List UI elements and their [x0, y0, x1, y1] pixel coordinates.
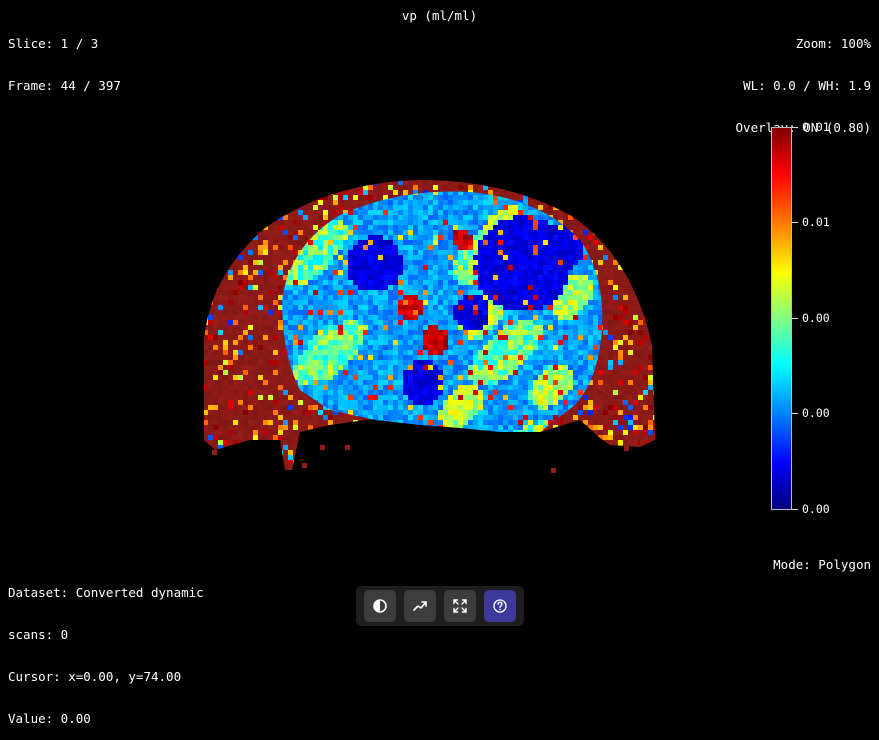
- cursor-position: Cursor: x=0.00, y=74.00: [8, 669, 182, 684]
- colorbar-tick: [792, 222, 798, 223]
- slice-frame-info: Slice: 1 / 3 Frame: 44 / 397: [8, 9, 121, 107]
- contrast-icon: [372, 598, 388, 614]
- dataset-name: Dataset: Converted dynamic: [8, 585, 204, 600]
- slice-indicator: Slice: 1 / 3: [8, 36, 99, 51]
- help-icon: [492, 598, 508, 614]
- colorbar-tick: [792, 127, 798, 128]
- colorbar-tick: [792, 318, 798, 319]
- frame-indicator: Frame: 44 / 397: [8, 78, 121, 93]
- colorbar-label-max: 0.01: [802, 120, 830, 134]
- tool-mode: Mode: Polygon: [773, 557, 871, 572]
- colorbar-label: 0.00: [802, 406, 830, 420]
- colorbar-label-mid: 0.00: [802, 311, 830, 325]
- colorbar-tick: [792, 509, 798, 510]
- dataset-scans: scans: 0: [8, 627, 69, 642]
- fullscreen-icon: [452, 598, 468, 614]
- trend-chart-button[interactable]: [404, 590, 436, 622]
- colorbar-label-min: 0.00: [802, 502, 830, 516]
- window-level: WL: 0.0 / WH: 1.9: [743, 78, 871, 93]
- trend-chart-icon: [412, 598, 428, 614]
- dataset-info: Dataset: Converted dynamic scans: 0 Curs…: [8, 558, 204, 740]
- pixel-value: Value: 0.00: [8, 711, 91, 726]
- contrast-button[interactable]: [364, 590, 396, 622]
- bottom-toolbar: [356, 586, 524, 626]
- colorbar: [771, 127, 792, 510]
- fullscreen-button[interactable]: [444, 590, 476, 622]
- zoom-level: Zoom: 100%: [795, 36, 871, 51]
- colorbar-label: 0.01: [802, 215, 830, 229]
- help-button[interactable]: [484, 590, 516, 622]
- colorbar-tick: [792, 413, 798, 414]
